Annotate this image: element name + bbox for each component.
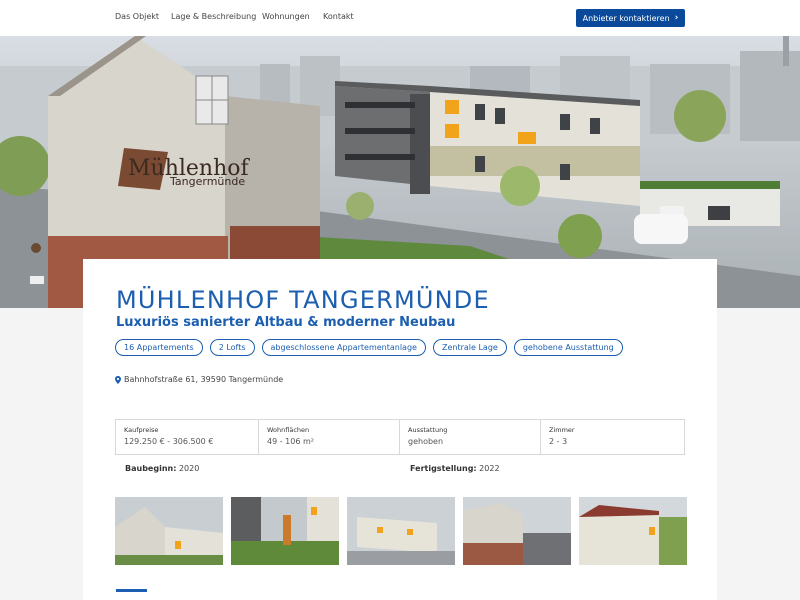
fact-label: Kaufpreise bbox=[124, 426, 159, 434]
construction-start-label: Baubeginn: bbox=[125, 464, 177, 473]
completion-value: 2022 bbox=[479, 464, 500, 473]
completion-date: Fertigstellung: 2022 bbox=[410, 464, 500, 473]
construction-start: Baubeginn: 2020 bbox=[125, 464, 199, 473]
nav-link-wohnungen[interactable]: Wohnungen bbox=[262, 12, 310, 21]
key-facts-table: Kaufpreise 129.250 € - 306.500 € Wohnflä… bbox=[115, 419, 685, 455]
listing-card: MÜHLENHOF TANGERMÜNDE Luxuriös sanierter… bbox=[83, 259, 717, 600]
map-pin-icon bbox=[115, 375, 121, 384]
fact-label: Ausstattung bbox=[408, 426, 448, 434]
fact-value: 49 - 106 m² bbox=[267, 437, 314, 446]
feature-tag: abgeschlossene Appartementanlage bbox=[261, 339, 426, 356]
top-navigation: Das Objekt Lage & Beschreibung Wohnungen… bbox=[0, 0, 800, 36]
feature-tags: 16 Appartements 2 Lofts abgeschlossene A… bbox=[115, 339, 623, 356]
contact-provider-button[interactable]: Anbieter kontaktieren › bbox=[576, 9, 685, 27]
image-gallery bbox=[115, 497, 687, 565]
feature-tag: Zentrale Lage bbox=[432, 339, 507, 356]
contact-provider-label: Anbieter kontaktieren bbox=[582, 13, 670, 23]
nav-link-lage-beschreibung[interactable]: Lage & Beschreibung bbox=[171, 12, 256, 21]
gallery-thumbnail[interactable] bbox=[231, 497, 339, 565]
page-title: MÜHLENHOF TANGERMÜNDE bbox=[116, 286, 490, 314]
fact-label: Wohnflächen bbox=[267, 426, 310, 434]
address: Bahnhofstraße 61, 39590 Tangermünde bbox=[115, 375, 283, 384]
nav-link-kontakt[interactable]: Kontakt bbox=[323, 12, 354, 21]
fact-cell-ausstattung: Ausstattung gehoben bbox=[400, 420, 541, 454]
gallery-thumbnail[interactable] bbox=[115, 497, 223, 565]
fact-value: gehoben bbox=[408, 437, 444, 446]
fact-label: Zimmer bbox=[549, 426, 575, 434]
feature-tag: 16 Appartements bbox=[115, 339, 203, 356]
address-text: Bahnhofstraße 61, 39590 Tangermünde bbox=[124, 375, 284, 384]
hero-logo-subtext: Tangermünde bbox=[169, 175, 245, 188]
feature-tag: 2 Lofts bbox=[209, 339, 255, 356]
gallery-thumbnail[interactable] bbox=[463, 497, 571, 565]
chevron-right-icon: › bbox=[674, 13, 679, 23]
section-accent-line bbox=[116, 589, 147, 592]
gallery-thumbnail[interactable] bbox=[347, 497, 455, 565]
nav-link-das-objekt[interactable]: Das Objekt bbox=[115, 12, 159, 21]
fact-cell-zimmer: Zimmer 2 - 3 bbox=[541, 420, 684, 454]
construction-start-value: 2020 bbox=[178, 464, 200, 473]
gallery-thumbnail[interactable] bbox=[579, 497, 687, 565]
feature-tag: gehobene Ausstattung bbox=[513, 339, 623, 356]
fact-value: 129.250 € - 306.500 € bbox=[124, 437, 214, 446]
page-subtitle: Luxuriös sanierter Altbau & moderner Neu… bbox=[116, 315, 456, 330]
fact-value: 2 - 3 bbox=[549, 437, 568, 446]
fact-cell-kaufpreise: Kaufpreise 129.250 € - 306.500 € bbox=[116, 420, 259, 454]
fact-cell-wohnflaechen: Wohnflächen 49 - 106 m² bbox=[259, 420, 400, 454]
completion-label: Fertigstellung: bbox=[410, 464, 477, 473]
